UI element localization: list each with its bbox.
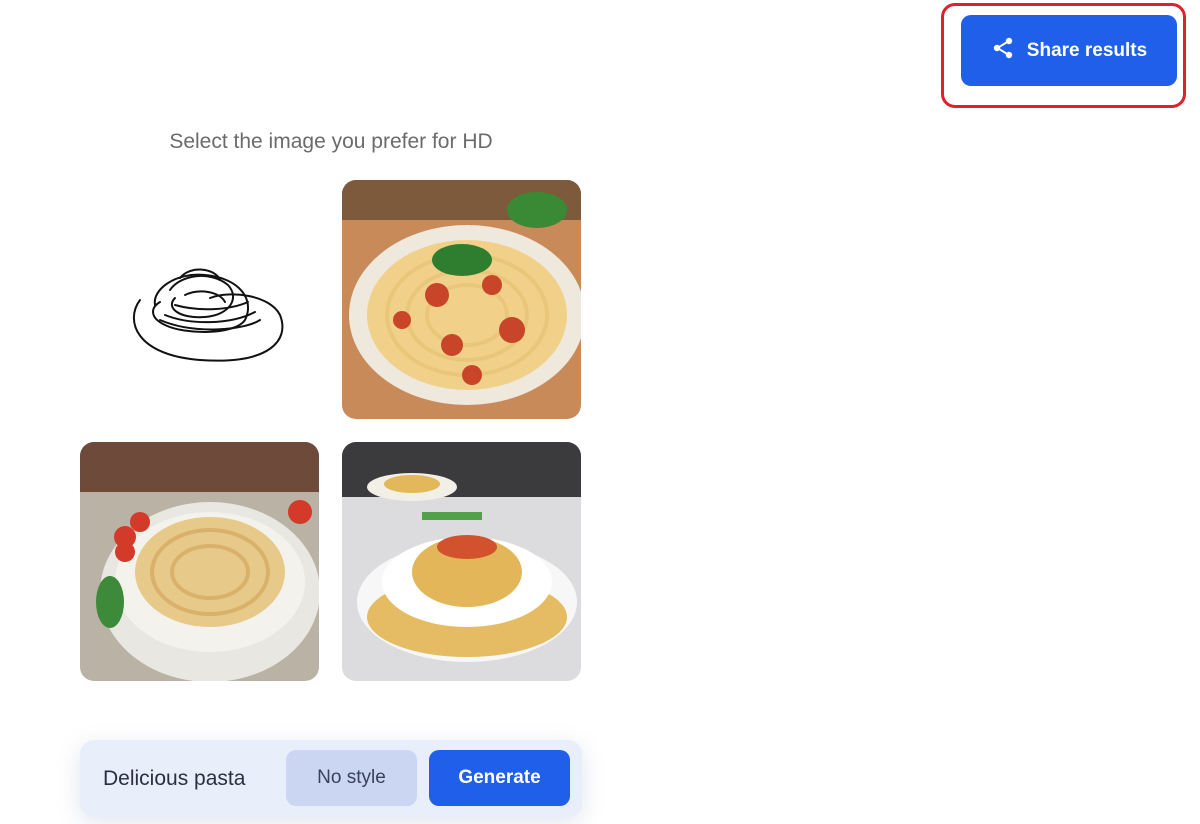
prompt-bar: Delicious pasta No style Generate (80, 740, 582, 817)
selection-title: Select the image you prefer for HD (169, 130, 493, 153)
share-results-label: Share results (1026, 39, 1148, 61)
generate-button[interactable]: Generate (429, 750, 570, 806)
share-results-button[interactable]: Share results (961, 15, 1177, 86)
image-option-result-1[interactable] (342, 180, 581, 419)
image-option-result-3[interactable] (342, 442, 581, 681)
style-button[interactable]: No style (286, 750, 417, 806)
prompt-text[interactable]: Delicious pasta (103, 740, 245, 817)
share-icon (991, 36, 1015, 66)
image-option-result-2[interactable] (80, 442, 319, 681)
image-option-sketch[interactable] (80, 180, 319, 419)
